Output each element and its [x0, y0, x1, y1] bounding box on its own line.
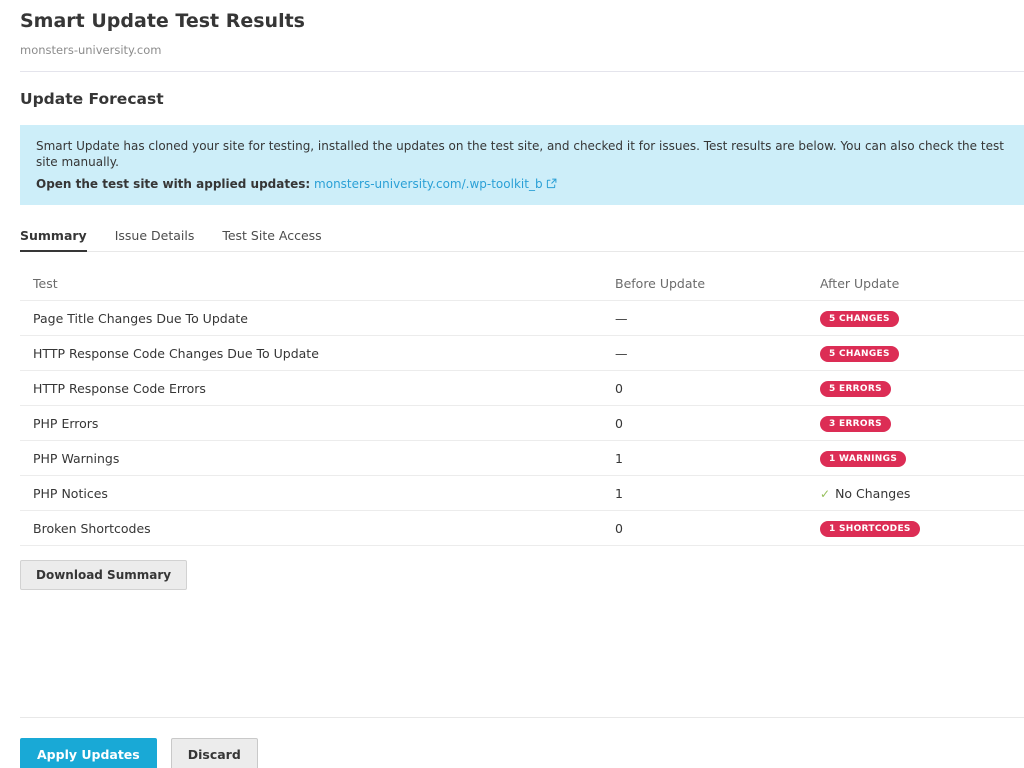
- table-row: PHP Notices1✓ No Changes: [20, 476, 1024, 511]
- column-header-test: Test: [20, 276, 615, 291]
- status-badge: 1 SHORTCODES: [820, 521, 920, 537]
- after-update-value: 5 ERRORS: [820, 379, 1024, 397]
- table-row: HTTP Response Code Errors05 ERRORS: [20, 371, 1024, 406]
- test-name: PHP Errors: [20, 416, 615, 431]
- header-divider: [20, 71, 1024, 72]
- table-row: PHP Errors03 ERRORS: [20, 406, 1024, 441]
- banner-message: Smart Update has cloned your site for te…: [36, 138, 1008, 170]
- test-name: Broken Shortcodes: [20, 521, 615, 536]
- table-row: PHP Warnings11 WARNINGS: [20, 441, 1024, 476]
- footer-action-bar: Apply Updates Discard: [0, 717, 1024, 768]
- status-badge: 5 ERRORS: [820, 381, 891, 397]
- banner-link-line: Open the test site with applied updates:…: [36, 176, 1008, 193]
- section-heading: Update Forecast: [20, 89, 1024, 109]
- after-update-value: 1 WARNINGS: [820, 449, 1024, 467]
- table-header-row: Test Before Update After Update: [20, 266, 1024, 301]
- test-name: Page Title Changes Due To Update: [20, 311, 615, 326]
- check-icon: ✓: [820, 487, 830, 501]
- before-update-value: 1: [615, 486, 820, 501]
- table-row: Page Title Changes Due To Update—5 CHANG…: [20, 301, 1024, 336]
- footer-divider: [20, 717, 1024, 718]
- before-update-value: —: [615, 346, 820, 361]
- external-link-icon: [546, 177, 557, 193]
- table-row: HTTP Response Code Changes Due To Update…: [20, 336, 1024, 371]
- banner-link-label: Open the test site with applied updates:: [36, 177, 310, 191]
- discard-button[interactable]: Discard: [171, 738, 258, 768]
- column-header-after-update: After Update: [820, 276, 1024, 291]
- status-badge: 5 CHANGES: [820, 346, 899, 362]
- info-banner: Smart Update has cloned your site for te…: [20, 125, 1024, 205]
- before-update-value: 1: [615, 451, 820, 466]
- test-name: HTTP Response Code Errors: [20, 381, 615, 396]
- column-header-before-update: Before Update: [615, 276, 820, 291]
- before-update-value: —: [615, 311, 820, 326]
- results-table: Test Before Update After Update Page Tit…: [20, 266, 1024, 546]
- page-subtitle: monsters-university.com: [20, 43, 1024, 57]
- status-badge: 5 CHANGES: [820, 311, 899, 327]
- before-update-value: 0: [615, 521, 820, 536]
- status-badge: 3 ERRORS: [820, 416, 891, 432]
- before-update-value: 0: [615, 416, 820, 431]
- tab-summary[interactable]: Summary: [20, 222, 87, 252]
- table-row: Broken Shortcodes01 SHORTCODES: [20, 511, 1024, 546]
- apply-updates-button[interactable]: Apply Updates: [20, 738, 157, 768]
- test-site-link[interactable]: monsters-university.com/.wp-toolkit_b: [314, 177, 543, 191]
- tab-bar: Summary Issue Details Test Site Access: [20, 222, 1024, 252]
- page-title: Smart Update Test Results: [20, 9, 1024, 34]
- test-name: PHP Notices: [20, 486, 615, 501]
- no-changes-label: No Changes: [835, 486, 910, 501]
- after-update-value: 3 ERRORS: [820, 414, 1024, 432]
- tab-test-site-access[interactable]: Test Site Access: [222, 222, 321, 250]
- download-summary-button[interactable]: Download Summary: [20, 560, 187, 590]
- status-badge: 1 WARNINGS: [820, 451, 906, 467]
- test-name: PHP Warnings: [20, 451, 615, 466]
- after-update-value: 5 CHANGES: [820, 309, 1024, 327]
- after-update-value: 5 CHANGES: [820, 344, 1024, 362]
- before-update-value: 0: [615, 381, 820, 396]
- tab-issue-details[interactable]: Issue Details: [115, 222, 195, 250]
- after-update-value: ✓ No Changes: [820, 486, 1024, 501]
- after-update-value: 1 SHORTCODES: [820, 519, 1024, 537]
- test-name: HTTP Response Code Changes Due To Update: [20, 346, 615, 361]
